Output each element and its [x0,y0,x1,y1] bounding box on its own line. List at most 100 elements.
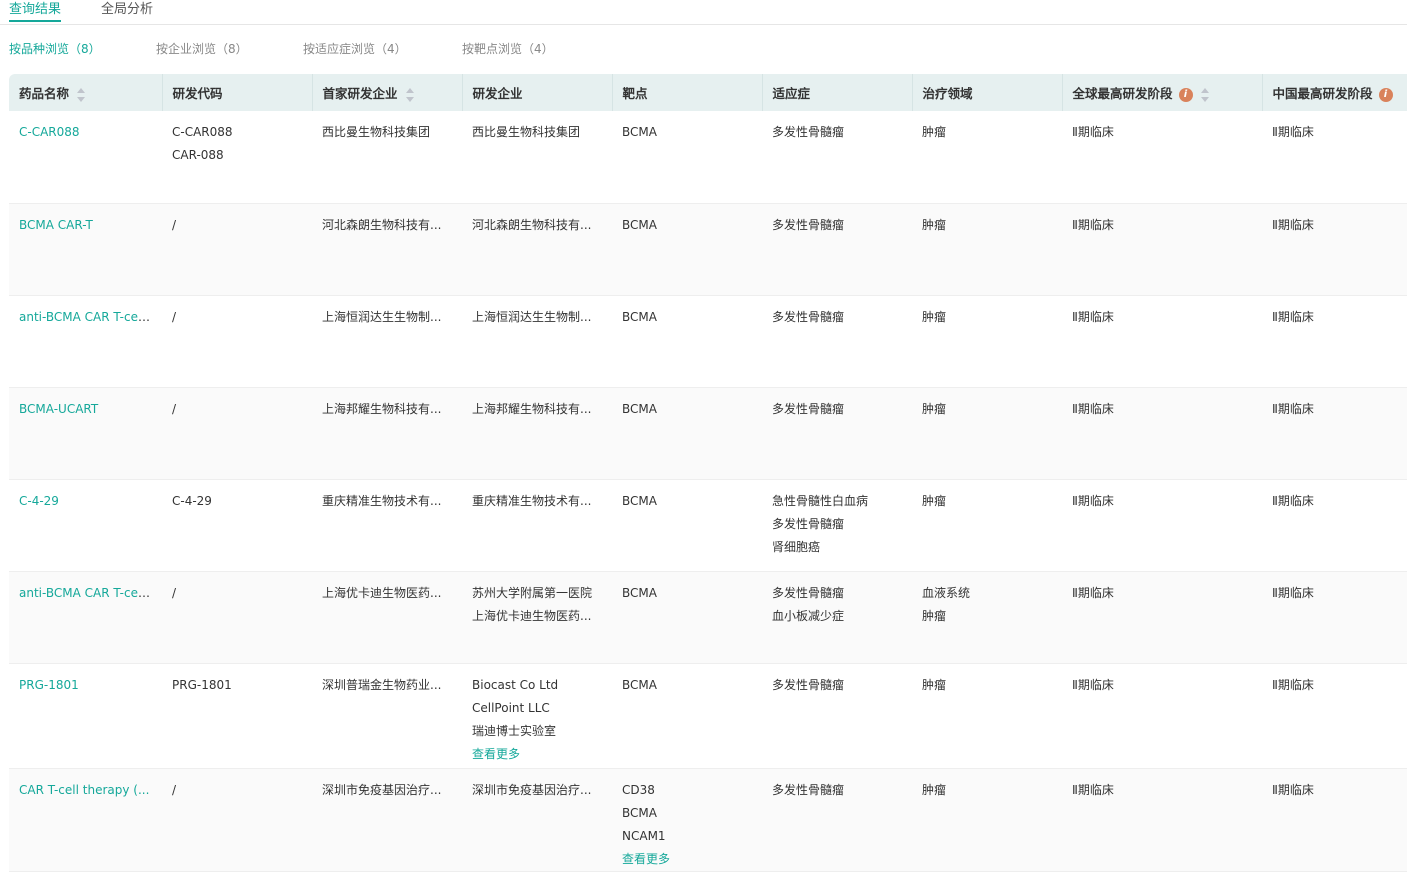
column-header-dev-company: 研发企业 [462,74,613,111]
therapy-area: 血液系统 [922,585,971,600]
indication: 多发性骨髓瘤 [772,585,845,600]
dev-code: / [172,401,177,416]
therapy-area: 肿瘤 [922,608,947,623]
subtab-by-indication[interactable]: 按适应症浏览（4） [303,40,407,57]
view-more-link[interactable]: 查看更多 [472,743,602,766]
column-header-therapy-area: 治疗领域 [912,74,1063,111]
global-stage: Ⅱ期临床 [1072,217,1114,232]
first-company: 深圳普瑞金生物药业... [322,677,442,692]
column-label: 全球最高研发阶段 [1072,86,1173,101]
drug-name-link[interactable]: BCMA CAR-T [19,218,93,232]
indication: 多发性骨髓瘤 [772,125,845,139]
drug-name-link[interactable]: PRG-1801 [19,678,79,692]
china-stage: Ⅱ期临床 [1272,677,1314,692]
global-stage: Ⅱ期临床 [1072,309,1114,324]
target: BCMA [622,309,657,324]
dev-code: PRG-1801 [172,677,232,692]
dev-code: C-4-29 [172,493,212,508]
column-label: 首家研发企业 [322,86,398,101]
target: BCMA [622,677,657,692]
first-company: 上海邦耀生物科技有... [322,401,442,416]
column-header-target: 靶点 [612,74,763,111]
column-header-global-stage[interactable]: 全球最高研发阶段 i [1062,74,1263,111]
table-row: PRG-1801 PRG-1801 深圳普瑞金生物药业... Biocast C… [9,663,1407,769]
column-label: 适应症 [772,86,811,101]
dev-company: 上海恒润达生生物制... [472,309,592,324]
table-row: anti-BCMA CAR T-cel... / 上海优卡迪生物医药... 苏州… [9,571,1407,664]
therapy-area: 肿瘤 [922,401,947,416]
global-stage: Ⅱ期临床 [1072,677,1114,692]
target: BCMA [622,401,657,416]
drug-name-link[interactable]: C-CAR088 [19,125,80,139]
tab-global-analysis[interactable]: 全局分析 [101,0,153,17]
therapy-area: 肿瘤 [922,493,947,508]
indication: 多发性骨髓瘤 [772,516,845,531]
tab-query-results[interactable]: 查询结果 [9,0,62,22]
column-label: 治疗领域 [922,86,973,101]
global-stage: Ⅱ期临床 [1072,585,1114,600]
dev-company: 上海邦耀生物科技有... [472,401,592,416]
dev-code: / [172,782,177,797]
therapy-area: 肿瘤 [922,677,947,692]
drug-name-link[interactable]: BCMA-UCART [19,402,98,416]
table-row: BCMA-UCART / 上海邦耀生物科技有... 上海邦耀生物科技有... B… [9,387,1407,480]
info-icon[interactable]: i [1178,87,1193,102]
therapy-area: 肿瘤 [922,309,947,324]
table-row: C-4-29 C-4-29 重庆精准生物技术有... 重庆精准生物技术有... … [9,479,1407,572]
table-row: C-CAR088 C-CAR088 CAR-088 西比曼生物科技集团 西比曼生物… [9,111,1407,204]
dev-code: / [172,585,177,600]
global-stage: Ⅱ期临床 [1072,125,1114,139]
column-label: 靶点 [622,86,648,101]
column-header-china-stage: 中国最高研发阶段 i [1262,74,1407,111]
drug-name-link[interactable]: anti-BCMA CAR T-cel... [19,310,153,324]
indication: 急性骨髓性白血病 [772,493,869,508]
first-company: 河北森朗生物科技有... [322,217,442,232]
first-company: 深圳市免疫基因治疗... [322,782,442,797]
global-stage: Ⅱ期临床 [1072,401,1114,416]
indication: 血小板减少症 [772,608,845,623]
subtab-by-company[interactable]: 按企业浏览（8） [156,40,248,57]
subtab-by-variety[interactable]: 按品种浏览（8） [9,40,101,57]
drug-name-link[interactable]: C-4-29 [19,494,59,508]
china-stage: Ⅱ期临床 [1272,217,1314,232]
indication: 肾细胞癌 [772,539,821,554]
column-label: 研发代码 [172,86,223,101]
target: BCMA [622,125,657,139]
dev-code: C-CAR088 [172,125,233,139]
column-header-first-company[interactable]: 首家研发企业 [312,74,463,111]
target: BCMA [622,805,657,820]
sort-icon[interactable] [77,87,86,102]
china-stage: Ⅱ期临床 [1272,401,1314,416]
info-icon[interactable]: i [1378,87,1393,102]
dev-code: / [172,217,177,232]
dev-code: CAR-088 [172,148,224,162]
target: CD38 [622,782,655,797]
dev-company: Biocast Co Ltd [472,677,559,692]
drug-name-link[interactable]: anti-BCMA CAR T-cel... [19,586,153,600]
table-row: CAR T-cell therapy (... / 深圳市免疫基因治疗... 深… [9,768,1407,872]
sort-icon[interactable] [1200,87,1209,102]
target: BCMA [622,217,657,232]
dev-company: 深圳市免疫基因治疗... [472,782,592,797]
china-stage: Ⅱ期临床 [1272,585,1314,600]
indication: 多发性骨髓瘤 [772,401,845,416]
drug-name-link[interactable]: CAR T-cell therapy (... [19,783,149,797]
table-row: BCMA CAR-T / 河北森朗生物科技有... 河北森朗生物科技有... B… [9,203,1407,296]
china-stage: Ⅱ期临床 [1272,782,1314,797]
target: BCMA [622,493,657,508]
drug-table: 药品名称 研发代码 首家研发企业 研发企业 靶点 适应症 治疗领域 全球最高研发阶段 i 中国最高… [9,74,1407,872]
subtab-by-target[interactable]: 按靶点浏览（4） [462,40,554,57]
first-company: 西比曼生物科技集团 [322,125,431,139]
indication: 多发性骨髓瘤 [772,217,845,232]
china-stage: Ⅱ期临床 [1272,125,1314,139]
view-more-link[interactable]: 查看更多 [622,848,752,871]
indication: 多发性骨髓瘤 [772,309,845,324]
column-header-drug-name[interactable]: 药品名称 [9,74,163,111]
table-header: 药品名称 研发代码 首家研发企业 研发企业 靶点 适应症 治疗领域 全球最高研发阶段 i 中国最高… [9,74,1407,111]
therapy-area: 肿瘤 [922,217,947,232]
indication: 多发性骨髓瘤 [772,677,845,692]
column-label: 研发企业 [472,86,523,101]
column-label: 药品名称 [19,86,70,101]
sort-icon[interactable] [405,87,414,102]
dev-company: CellPoint LLC [472,700,550,715]
